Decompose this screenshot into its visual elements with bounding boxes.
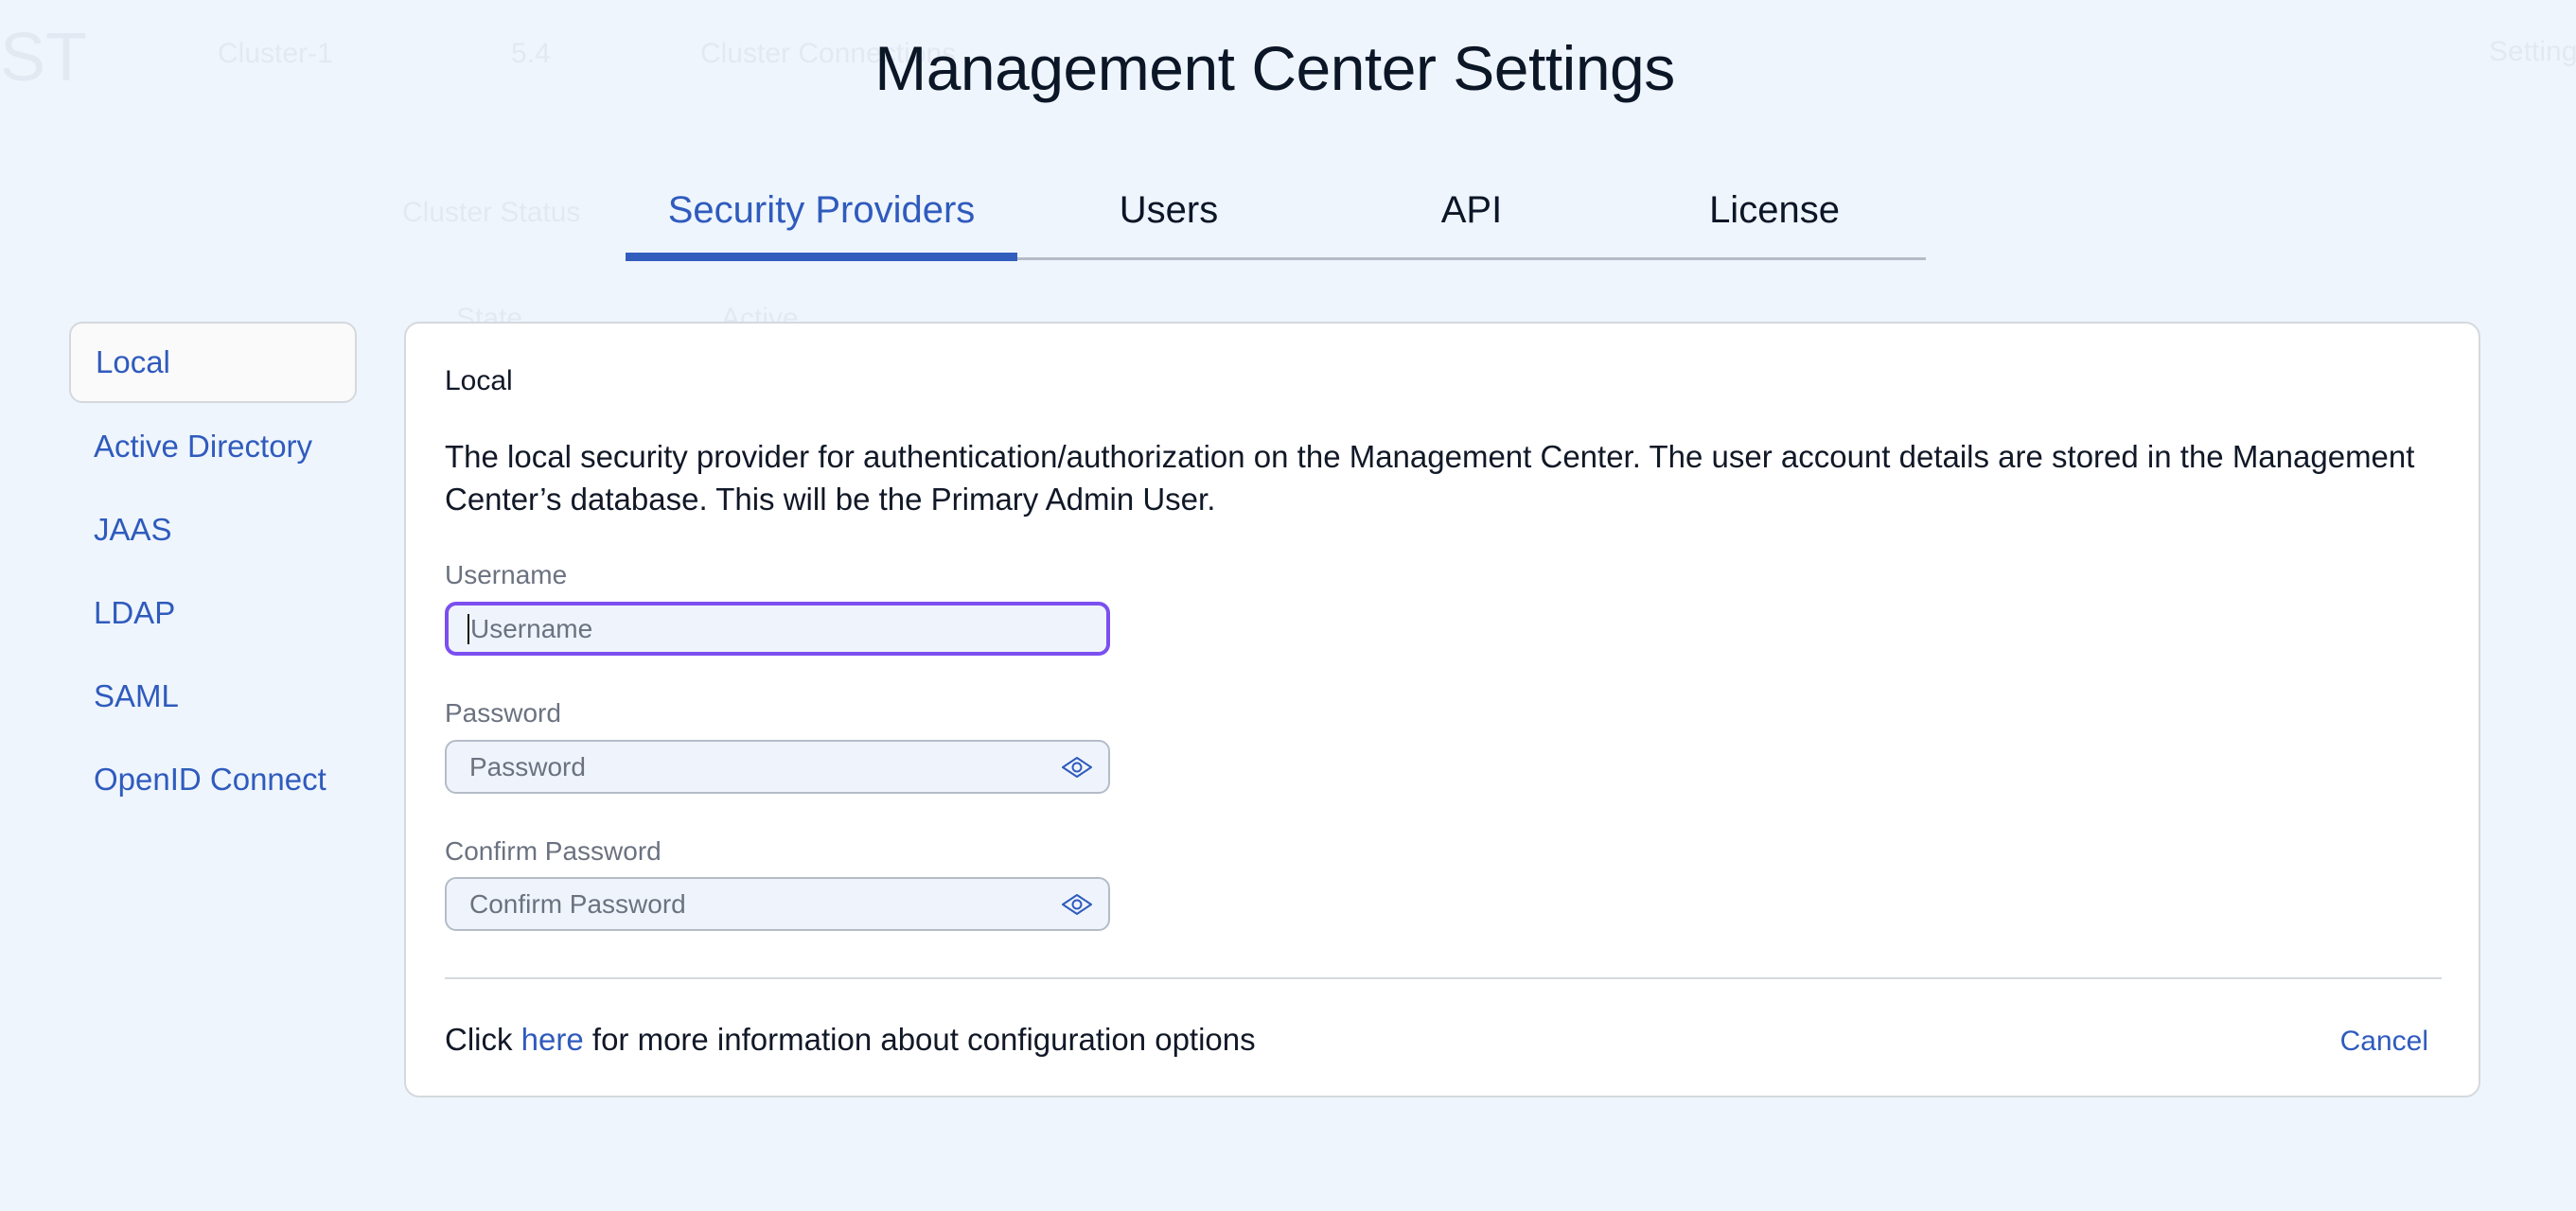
tab-security-providers[interactable]: Security Providers (626, 189, 1017, 261)
tab-users[interactable]: Users (1017, 189, 1320, 257)
tab-api[interactable]: API (1320, 189, 1623, 257)
password-input[interactable]: Password (445, 740, 1110, 794)
help-link[interactable]: here (521, 1022, 584, 1057)
password-label: Password (445, 698, 561, 728)
username-placeholder: Username (470, 613, 593, 643)
confirm-password-label: Confirm Password (445, 836, 662, 866)
panel-heading: Local (445, 365, 513, 396)
username-input[interactable]: Username (445, 602, 1110, 656)
ghost-status: Cluster Status (402, 197, 581, 228)
confirm-password-input[interactable]: Confirm Password (445, 877, 1110, 931)
provider-panel: Local The local security provider for au… (404, 322, 2480, 1097)
cancel-button[interactable]: Cancel (2340, 1026, 2428, 1058)
confirm-password-placeholder: Confirm Password (469, 888, 686, 919)
provider-jaas[interactable]: JAAS (69, 488, 357, 571)
provider-openid-connect[interactable]: OpenID Connect (69, 738, 357, 821)
footer-prefix: Click (445, 1022, 521, 1057)
provider-ldap[interactable]: LDAP (69, 571, 357, 655)
eye-icon[interactable] (1061, 893, 1093, 916)
settings-tabs: Security Providers Users API License (626, 189, 1926, 261)
panel-description: The local security provider for authenti… (445, 439, 2415, 517)
footer-suffix: for more information about configuration… (583, 1022, 1256, 1057)
provider-saml[interactable]: SAML (69, 655, 357, 738)
provider-active-directory[interactable]: Active Directory (69, 405, 357, 488)
modal-title: Management Center Settings (874, 33, 1675, 103)
divider (445, 977, 2442, 979)
text-caret (468, 613, 469, 644)
password-placeholder: Password (469, 751, 586, 781)
footer-info: Click here for more information about co… (445, 1022, 1256, 1058)
tab-license[interactable]: License (1623, 189, 1926, 257)
provider-nav: Local Active Directory JAAS LDAP SAML Op… (69, 322, 357, 821)
username-label: Username (445, 560, 568, 589)
provider-local[interactable]: Local (69, 322, 357, 403)
eye-icon[interactable] (1061, 756, 1093, 779)
